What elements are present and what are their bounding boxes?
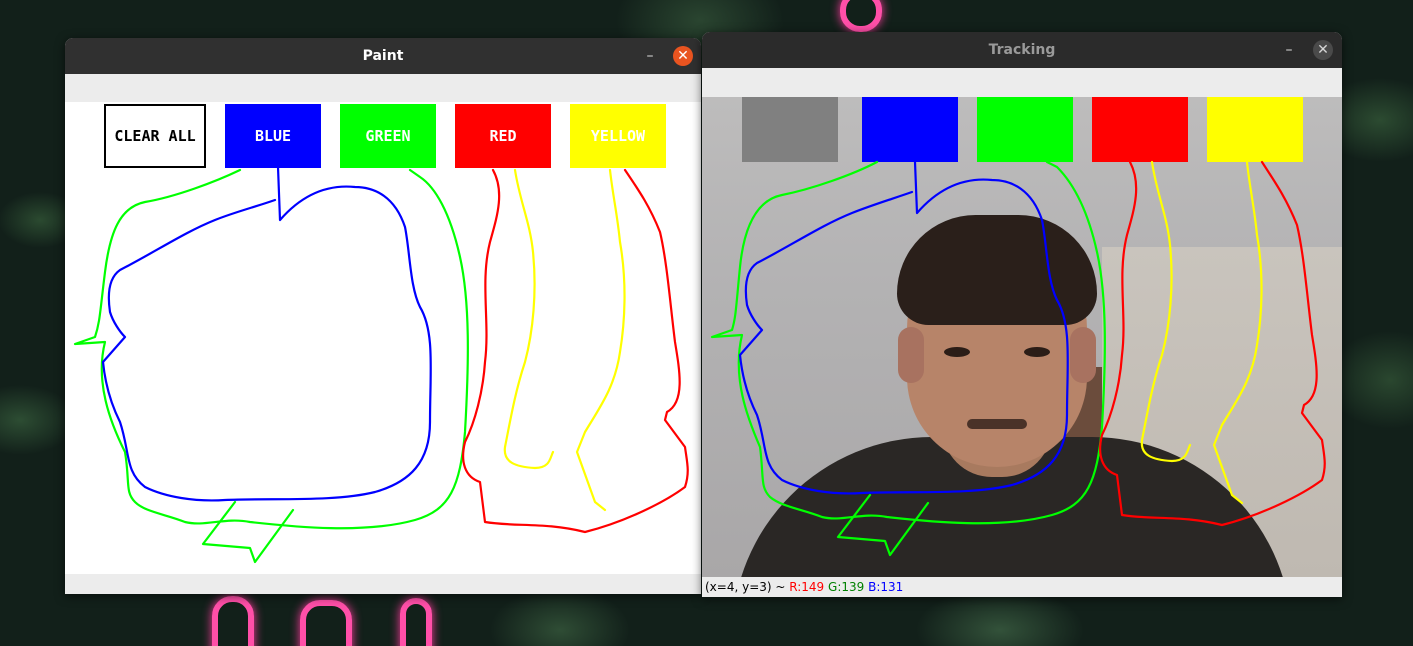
pixel-coordinates: (x=4, y=3) ~ [705, 580, 790, 594]
paint-titlebar[interactable]: Paint – ✕ [65, 38, 701, 74]
paint-bottom-bar [65, 574, 701, 594]
red-stroke [462, 168, 689, 534]
paint-toolbar [65, 74, 701, 102]
pixel-red-value: R:149 [789, 580, 825, 594]
paint-canvas[interactable]: CLEAR ALL BLUE GREEN RED YELLOW [65, 102, 701, 574]
close-icon[interactable]: ✕ [673, 46, 693, 66]
tracking-titlebar[interactable]: Tracking – ✕ [702, 32, 1342, 68]
tracking-toolbar [702, 69, 1342, 97]
neon-sign-decoration [840, 0, 882, 32]
green-stroke-handle [836, 493, 930, 557]
pixel-green-value: G:139 [828, 580, 865, 594]
yellow-stroke [1140, 160, 1192, 463]
blue-stroke [738, 160, 1069, 495]
tracking-strokes [710, 160, 1326, 557]
camera-frame[interactable] [702, 97, 1342, 577]
tracking-window: Tracking – ✕ (x=4, y=3) ~ R:149 G:139 B:… [702, 32, 1342, 597]
neon-sign-decoration [300, 600, 352, 646]
status-bar: (x=4, y=3) ~ R:149 G:139 B:131 [702, 577, 1342, 597]
red-stroke [1099, 160, 1326, 527]
window-title: Tracking [988, 42, 1056, 58]
pixel-blue-value: B:131 [868, 580, 904, 594]
yellow-stroke [575, 168, 626, 512]
paint-window: Paint – ✕ CLEAR ALL BLUE GREEN RED YELLO… [65, 38, 701, 594]
blue-stroke [101, 165, 432, 502]
yellow-stroke [1212, 160, 1263, 505]
yellow-stroke [503, 168, 555, 470]
neon-sign-decoration [400, 598, 432, 646]
neon-sign-decoration [212, 596, 254, 646]
drawing-strokes [73, 165, 689, 564]
window-title: Paint [362, 48, 404, 64]
minimize-icon[interactable]: – [1280, 41, 1298, 59]
minimize-icon[interactable]: – [641, 47, 659, 65]
close-icon[interactable]: ✕ [1313, 40, 1333, 60]
green-stroke-handle [201, 500, 295, 564]
